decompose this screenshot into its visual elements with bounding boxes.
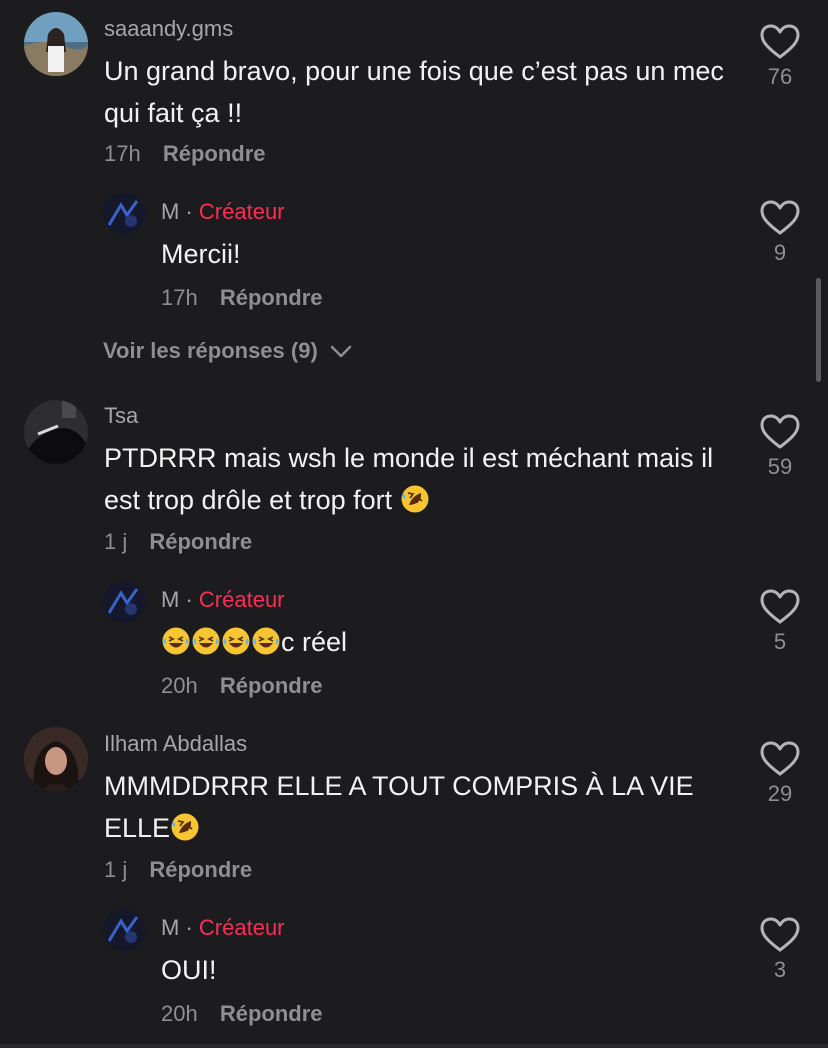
face-with-tears-of-joy-emoji: [191, 626, 221, 656]
reply-meta: 20h Répondre: [161, 673, 323, 699]
face-with-tears-of-joy-emoji: [221, 626, 251, 656]
reply-username[interactable]: M: [161, 199, 179, 224]
like-count: 9: [773, 240, 787, 265]
like-button[interactable]: 5: [755, 589, 805, 655]
reply-username[interactable]: M: [161, 587, 179, 612]
heart-outline-icon: [760, 200, 800, 236]
reply-time: 17h: [161, 285, 198, 310]
reply-button[interactable]: Répondre: [220, 673, 323, 698]
separator: ·: [185, 199, 193, 224]
creator-badge: Créateur: [198, 587, 285, 612]
divider: [0, 1044, 828, 1048]
like-button[interactable]: 3: [755, 917, 805, 983]
comment-username[interactable]: Tsa: [104, 403, 138, 429]
like-count: 29: [767, 781, 793, 806]
like-button[interactable]: 76: [755, 24, 805, 90]
like-count: 76: [767, 64, 793, 89]
comment-time: 17h: [104, 141, 141, 166]
rolling-on-floor-laughing-emoji: [170, 812, 200, 842]
comment-text: PTDRRR mais wsh le monde il est méchant …: [104, 437, 724, 521]
creator-badge: Créateur: [198, 915, 285, 940]
reply-username[interactable]: M: [161, 915, 179, 940]
comment-meta: 1 j Répondre: [104, 529, 252, 555]
comment-text: Un grand bravo, pour une fois que c’est …: [104, 56, 724, 128]
reply-text: Mercii!: [161, 239, 241, 269]
comment-username[interactable]: saaandy.gms: [104, 16, 233, 42]
comment-time: 1 j: [104, 857, 128, 882]
reply-button[interactable]: Répondre: [163, 141, 266, 166]
comment-username[interactable]: Ilham Abdallas: [104, 731, 247, 757]
reply-button[interactable]: Répondre: [220, 1001, 323, 1026]
heart-outline-icon: [760, 414, 800, 450]
reply-button[interactable]: Répondre: [149, 857, 252, 882]
heart-outline-icon: [760, 741, 800, 777]
reply-meta: 17h Répondre: [161, 285, 323, 311]
reply-meta: 20h Répondre: [161, 1001, 323, 1027]
like-count: 59: [767, 454, 793, 479]
avatar[interactable]: [103, 909, 145, 951]
like-count: 3: [773, 957, 787, 982]
avatar[interactable]: [24, 727, 88, 791]
like-button[interactable]: 29: [755, 741, 805, 807]
face-with-tears-of-joy-emoji: [161, 626, 191, 656]
view-replies-button[interactable]: Voir les réponses (9): [103, 338, 352, 364]
view-replies-label: Voir les réponses (9): [103, 338, 318, 363]
reply-text-body: c réel: [281, 627, 348, 657]
reply-button[interactable]: Répondre: [149, 529, 252, 554]
separator: ·: [185, 915, 193, 940]
avatar[interactable]: [24, 12, 88, 76]
comment-meta: 17h Répondre: [104, 141, 266, 167]
comment-username: M · Créateur: [161, 199, 285, 225]
heart-outline-icon: [760, 24, 800, 60]
avatar[interactable]: [103, 193, 145, 235]
heart-outline-icon: [760, 917, 800, 953]
comment-time: 1 j: [104, 529, 128, 554]
creator-badge: Créateur: [198, 199, 285, 224]
heart-outline-icon: [760, 589, 800, 625]
avatar[interactable]: [103, 581, 145, 623]
like-button[interactable]: 59: [755, 414, 805, 480]
reply-time: 20h: [161, 673, 198, 698]
comment-meta: 1 j Répondre: [104, 857, 252, 883]
avatar[interactable]: [24, 400, 88, 464]
reply-button[interactable]: Répondre: [220, 285, 323, 310]
scrollbar[interactable]: [816, 278, 821, 382]
reply-time: 20h: [161, 1001, 198, 1026]
reply-text: c réel: [161, 621, 347, 663]
comment-username: M · Créateur: [161, 587, 285, 613]
comment-username: M · Créateur: [161, 915, 285, 941]
separator: ·: [185, 587, 193, 612]
rolling-on-floor-laughing-emoji: [400, 484, 430, 514]
like-count: 5: [773, 629, 787, 654]
comment-text: MMMDDRRR ELLE A TOUT COMPRIS À LA VIE EL…: [104, 765, 744, 849]
like-button[interactable]: 9: [755, 200, 805, 266]
reply-text: OUI!: [161, 955, 217, 985]
face-with-tears-of-joy-emoji: [251, 626, 281, 656]
chevron-down-icon: [330, 345, 352, 358]
